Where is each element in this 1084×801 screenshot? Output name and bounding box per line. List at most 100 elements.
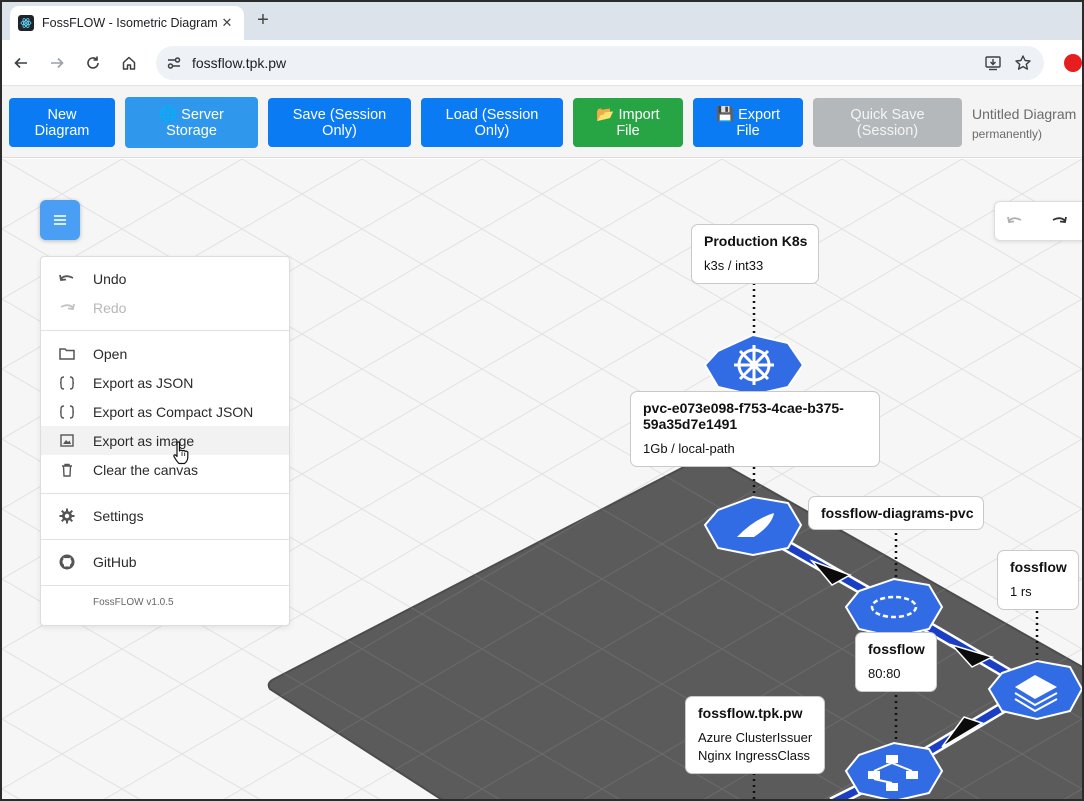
label-subtitle: 1Gb / local-path	[643, 441, 735, 456]
label-fossflow-service[interactable]: fossflow 80:80	[855, 632, 937, 692]
menu-divider	[41, 330, 289, 331]
menu-item-label: Settings	[93, 507, 144, 524]
label-subtitle: 1 rs	[1010, 584, 1032, 599]
quick-save-button[interactable]: Quick Save (Session)	[813, 98, 962, 147]
button-label-line2: Only)	[474, 122, 510, 139]
label-subtitle: k3s / int33	[704, 258, 764, 273]
hamburger-icon	[54, 215, 66, 225]
diagram-canvas[interactable]: Production K8s k3s / int33 pvc-e073e098-…	[2, 159, 1082, 799]
gear-icon	[41, 508, 93, 524]
button-label-line1: Load (Session	[445, 106, 539, 123]
import-file-button[interactable]: 📂 Import File	[573, 98, 683, 147]
new-tab-button[interactable]: +	[252, 10, 274, 32]
export-file-button[interactable]: 💾 Export File	[693, 98, 803, 147]
install-app-icon[interactable]	[984, 54, 1002, 77]
menu-item-settings[interactable]: Settings	[41, 501, 289, 530]
label-fossflow-rs[interactable]: fossflow 1 rs	[997, 550, 1079, 610]
server-storage-button[interactable]: 🌐 Server Storage	[125, 97, 258, 148]
bookmark-star-icon[interactable]	[1014, 54, 1032, 77]
button-label-line2: Diagram	[34, 122, 90, 139]
save-session-button[interactable]: Save (Session Only)	[268, 98, 411, 147]
button-label-line2: Only)	[322, 122, 357, 139]
site-settings-icon[interactable]	[166, 55, 182, 76]
button-label-line1: Save (Session	[292, 106, 387, 123]
tab-close-icon[interactable]: ✕	[218, 14, 236, 32]
folder-icon	[41, 347, 93, 360]
address-bar[interactable]: fossflow.tpk.pw	[156, 46, 1044, 80]
menu-item-clear-canvas[interactable]: Clear the canvas	[41, 455, 289, 484]
menu-item-undo[interactable]: Undo	[41, 264, 289, 293]
label-production-k8s[interactable]: Production K8s k3s / int33	[691, 224, 819, 284]
button-label-line2: (Session)	[856, 122, 919, 139]
button-label-line2: File	[736, 122, 760, 139]
redo-icon	[1052, 216, 1067, 223]
redo-icon	[41, 302, 93, 314]
menu-divider	[41, 539, 289, 540]
braces-icon	[41, 375, 93, 390]
redo-button[interactable]	[1051, 214, 1067, 232]
menu-item-export-image[interactable]: Export as image	[41, 426, 289, 455]
trash-icon	[41, 463, 93, 477]
label-pvc[interactable]: pvc-e073e098-f753-4cae-b375- 59a35d7e149…	[630, 391, 880, 467]
button-label-line1: 📂 Import	[596, 106, 660, 123]
react-favicon-icon	[18, 15, 34, 31]
menu-item-label: Export as JSON	[93, 374, 194, 391]
app-toolbar: New Diagram 🌐 Server Storage Save (Session…	[2, 86, 1082, 158]
undo-icon	[41, 273, 93, 285]
main-menu-dropdown: Undo Redo Open Export as JSON Export as …	[40, 256, 290, 626]
browser-tab[interactable]: FossFLOW - Isometric Diagram ✕	[10, 6, 244, 40]
menu-divider	[41, 493, 289, 494]
browser-toolbar: fossflow.tpk.pw	[2, 40, 1082, 86]
menu-item-label: GitHub	[93, 553, 137, 570]
menu-item-redo[interactable]: Redo	[41, 293, 289, 322]
undo-icon	[1007, 216, 1022, 223]
menu-item-github[interactable]: GitHub	[41, 547, 289, 576]
app-version: FossFLOW v1.0.5	[93, 597, 174, 608]
label-subtitle-line1: Azure ClusterIssuer	[698, 730, 813, 745]
menu-item-export-compact-json[interactable]: Export as Compact JSON	[41, 397, 289, 426]
label-title: fossflow.tpk.pw	[698, 705, 803, 721]
button-label-line1: Quick Save	[850, 106, 925, 123]
browser-tabstrip: FossFLOW - Isometric Diagram ✕ +	[2, 2, 1082, 40]
label-ingress[interactable]: fossflow.tpk.pw Azure ClusterIssuer Ngin…	[685, 696, 825, 774]
home-icon[interactable]	[117, 51, 141, 75]
diagram-subtitle: permanently)	[972, 127, 1043, 141]
url-text: fossflow.tpk.pw	[192, 55, 287, 71]
forward-icon[interactable]	[45, 51, 69, 75]
load-session-button[interactable]: Load (Session Only)	[421, 98, 563, 147]
tab-title: FossFLOW - Isometric Diagram	[42, 16, 218, 30]
menu-item-label: Undo	[93, 270, 127, 287]
label-title-line1: pvc-e073e098-f753-4cae-b375-	[643, 400, 844, 416]
menu-item-open[interactable]: Open	[41, 339, 289, 368]
label-title-line2: 59a35d7e1491	[643, 416, 738, 432]
image-icon	[41, 434, 93, 447]
main-menu-button[interactable]	[40, 200, 80, 240]
button-label-line1: 🌐 Server	[159, 106, 224, 123]
menu-item-label: Redo	[93, 299, 127, 316]
button-label-line1: 💾 Export	[716, 106, 780, 123]
new-diagram-button[interactable]: New Diagram	[9, 98, 115, 147]
label-subtitle-line2: Nginx IngressClass	[698, 748, 810, 763]
history-controls	[994, 201, 1082, 241]
back-icon[interactable]	[9, 51, 33, 75]
label-subtitle: 80:80	[868, 666, 901, 681]
button-label-line2: Storage	[166, 122, 217, 139]
menu-item-export-json[interactable]: Export as JSON	[41, 368, 289, 397]
diagram-title: Untitled Diagram	[972, 106, 1077, 122]
braces-icon	[41, 404, 93, 419]
label-title: fossflow	[868, 641, 925, 657]
menu-item-label: Export as Compact JSON	[93, 403, 254, 420]
hand-pointer-cursor-icon	[172, 441, 190, 470]
extension-icon[interactable]	[1064, 54, 1082, 72]
button-label-line2: File	[616, 122, 640, 139]
button-label-line1: New	[47, 106, 77, 123]
label-title: Production K8s	[704, 233, 808, 249]
reload-icon[interactable]	[81, 51, 105, 75]
menu-item-label: Open	[93, 345, 128, 362]
label-fossflow-diagrams-pvc[interactable]: fossflow-diagrams-pvc	[808, 496, 984, 530]
app-window: FossFLOW - Isometric Diagram ✕ + fossflo…	[0, 0, 1084, 801]
label-title: fossflow-diagrams-pvc	[821, 505, 974, 521]
menu-divider	[41, 585, 289, 586]
undo-button[interactable]	[1007, 214, 1023, 232]
label-title: fossflow	[1010, 559, 1067, 575]
